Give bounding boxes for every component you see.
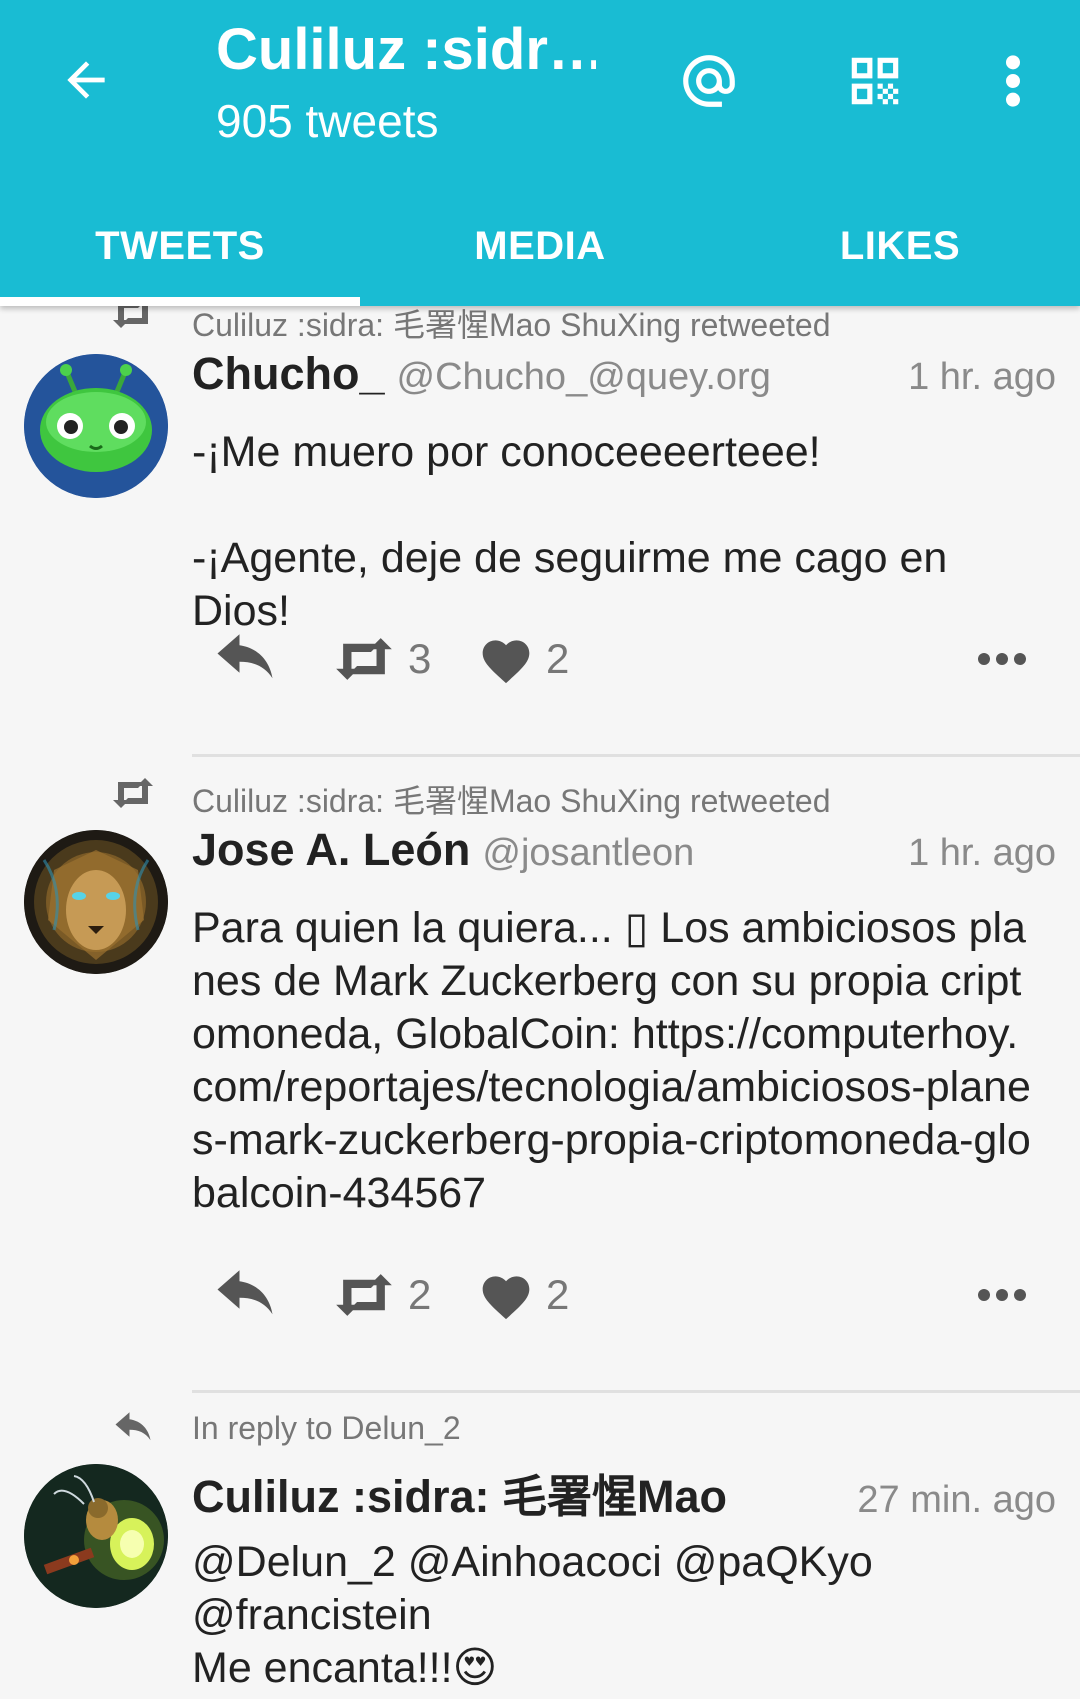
author-handle[interactable]: @josantleon bbox=[482, 832, 694, 875]
retweet-icon bbox=[336, 638, 392, 680]
tweet-text: -¡Me muero por conoceeeerteee! -¡Agente,… bbox=[192, 428, 948, 635]
tab-likes[interactable]: LIKES bbox=[720, 186, 1080, 306]
reply-button[interactable] bbox=[212, 624, 278, 694]
tweet-text[interactable]: Para quien la quiera... ▯ Los ambiciosos… bbox=[192, 902, 1032, 1220]
tweet-actions: 3 2 bbox=[192, 624, 1056, 694]
retweet-icon bbox=[336, 1274, 392, 1316]
more-horiz-icon bbox=[978, 653, 1026, 665]
profile-tabs: TWEETS MEDIA LIKES bbox=[0, 186, 1080, 306]
title-block: Culiluz :sidr… 905 tweets bbox=[216, 14, 596, 150]
at-icon bbox=[683, 55, 735, 107]
author-name[interactable]: Culiluz :sidra: 毛署惺Mao bbox=[192, 1460, 727, 1525]
tab-tweets[interactable]: TWEETS bbox=[0, 186, 360, 306]
like-button[interactable]: 2 bbox=[478, 624, 569, 694]
like-count: 2 bbox=[546, 635, 570, 682]
more-vert-icon bbox=[1006, 55, 1020, 107]
overflow-menu-button[interactable] bbox=[978, 38, 1048, 124]
author-name[interactable]: Chucho_ bbox=[192, 348, 385, 400]
tweet-count: 905 tweets bbox=[216, 95, 439, 147]
like-count: 2 bbox=[546, 1271, 570, 1318]
tweet-time: 1 hr. ago bbox=[908, 832, 1056, 874]
avatar[interactable] bbox=[24, 1464, 168, 1608]
tweet-feed[interactable]: Culiluz :sidra: 毛署惺Mao ShuXing retweeted… bbox=[0, 306, 1080, 1699]
retweet-button[interactable]: 2 bbox=[332, 1260, 431, 1330]
mention-button[interactable] bbox=[666, 38, 752, 124]
retweet-button[interactable]: 3 bbox=[332, 624, 431, 694]
retweet-icon bbox=[113, 306, 153, 328]
divider bbox=[192, 1390, 1080, 1393]
qr-code-button[interactable] bbox=[832, 38, 918, 124]
tweet-header: Culiluz :sidra: 毛署惺Mao 27 min. ago bbox=[192, 1460, 1056, 1522]
tweet-header: Chucho_ @Chucho_@quey.org 1 hr. ago bbox=[192, 348, 1056, 408]
reply-icon bbox=[217, 634, 273, 679]
reply-icon bbox=[115, 1412, 151, 1441]
tab-media[interactable]: MEDIA bbox=[360, 186, 720, 306]
tweet-actions: 2 2 bbox=[192, 1260, 1056, 1330]
heart-icon bbox=[482, 640, 530, 684]
lion-avatar-icon bbox=[24, 830, 168, 974]
green-alien-avatar-icon bbox=[24, 354, 168, 498]
qr-code-icon bbox=[851, 57, 899, 105]
avatar[interactable] bbox=[24, 830, 168, 974]
firefly-avatar-icon bbox=[24, 1464, 168, 1608]
tweet-header: Jose A. León @josantleon 1 hr. ago bbox=[192, 824, 1056, 884]
heart-icon bbox=[482, 1276, 530, 1320]
reply-icon bbox=[217, 1270, 273, 1315]
divider bbox=[192, 754, 1080, 757]
author-handle[interactable]: @Chucho_@quey.org bbox=[397, 356, 771, 399]
tweet-text: @Delun_2 @Ainhoacoci @paQKyo @francistei… bbox=[192, 1538, 873, 1692]
retweet-context: Culiluz :sidra: 毛署惺Mao ShuXing retweeted bbox=[192, 783, 831, 819]
avatar[interactable] bbox=[24, 354, 168, 498]
like-button[interactable]: 2 bbox=[478, 1260, 569, 1330]
author-name[interactable]: Jose A. León bbox=[192, 824, 470, 876]
tweet-time: 1 hr. ago bbox=[908, 356, 1056, 398]
tweet-more-button[interactable] bbox=[976, 1260, 1028, 1330]
retweet-context: Culiluz :sidra: 毛署惺Mao ShuXing retweeted bbox=[192, 307, 831, 343]
reply-button[interactable] bbox=[212, 1260, 278, 1330]
tweet-more-button[interactable] bbox=[976, 624, 1028, 694]
back-arrow-icon bbox=[67, 61, 105, 99]
reply-context[interactable]: In reply to Delun_2 bbox=[192, 1410, 461, 1447]
more-horiz-icon bbox=[978, 1289, 1026, 1301]
back-button[interactable] bbox=[46, 40, 126, 120]
profile-title: Culiluz :sidr… bbox=[216, 17, 596, 82]
retweet-count: 2 bbox=[408, 1271, 432, 1318]
app-bar: Culiluz :sidr… 905 tweets TWEETS MEDIA L… bbox=[0, 0, 1080, 306]
retweet-count: 3 bbox=[408, 635, 432, 682]
retweet-icon bbox=[113, 778, 153, 808]
tweet-time: 27 min. ago bbox=[857, 1479, 1056, 1521]
